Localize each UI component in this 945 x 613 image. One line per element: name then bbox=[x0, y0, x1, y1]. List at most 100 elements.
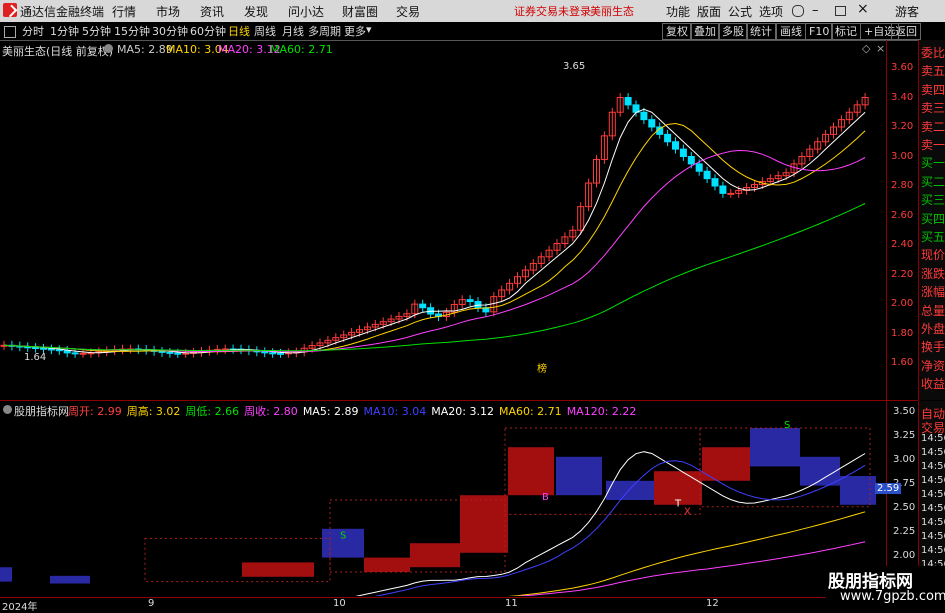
back-button[interactable]: 返回 bbox=[891, 23, 921, 40]
layout-icon[interactable] bbox=[4, 26, 16, 38]
period-1min[interactable]: 1分钟 bbox=[50, 23, 79, 39]
candle-body bbox=[79, 352, 87, 355]
quote-field-label: 卖三 bbox=[921, 101, 945, 116]
weekly-box bbox=[0, 567, 12, 582]
watermark-box: 股朋指标网 www.7gpzb.com bbox=[826, 566, 945, 609]
quote-field-label: 收益 bbox=[921, 377, 945, 392]
y-tick-label: 2.50 bbox=[893, 502, 916, 513]
candle-body bbox=[727, 192, 735, 195]
current-price-tag: 2.59 bbox=[875, 483, 902, 494]
main-kline-chart[interactable]: 3.65 1.64 榜 bbox=[0, 56, 886, 399]
menu-item-discover[interactable]: 发现 bbox=[244, 3, 268, 20]
menu-bar: 通达信金融终端 行情 市场 资讯 发现 问小达 财富圈 交易 证券交易未登录 美… bbox=[0, 0, 945, 23]
period-daily[interactable]: 日线 bbox=[228, 23, 250, 39]
quote-field-label: 换手 bbox=[921, 340, 945, 355]
period-15min[interactable]: 15分钟 bbox=[114, 23, 150, 39]
trade-field-label: 14:56 bbox=[921, 433, 945, 444]
menu-item-wealth[interactable]: 财富圈 bbox=[342, 3, 378, 20]
sell-signal-label: S bbox=[340, 530, 346, 541]
weekly-box bbox=[556, 456, 602, 496]
f10-button[interactable]: F10 bbox=[805, 23, 834, 40]
y-tick-label: 3.00 bbox=[891, 150, 914, 162]
quote-field-label: 现价 bbox=[921, 248, 945, 263]
y-tick-label: 3.20 bbox=[891, 121, 914, 132]
mark-button[interactable]: 标记 bbox=[831, 23, 861, 40]
quote-field-label: 买二 bbox=[921, 174, 945, 189]
menu-item-formula[interactable]: 公式 bbox=[728, 3, 752, 20]
candle-body bbox=[166, 351, 174, 354]
minimize-icon[interactable]: – bbox=[812, 3, 819, 18]
x-tick-label: 12 bbox=[706, 598, 719, 609]
y-tick-label: 2.00 bbox=[893, 550, 916, 561]
candle-body bbox=[648, 119, 656, 128]
weekly-box bbox=[364, 557, 410, 572]
period-intraday[interactable]: 分时 bbox=[22, 23, 44, 39]
trade-field-label: 14:56 bbox=[921, 531, 945, 542]
maximize-icon[interactable] bbox=[835, 6, 846, 16]
period-5min[interactable]: 5分钟 bbox=[82, 23, 111, 39]
candle-body bbox=[40, 347, 47, 350]
y-tick-label: 3.40 bbox=[891, 91, 914, 103]
weekly-box bbox=[50, 575, 90, 584]
menu-item-news[interactable]: 资讯 bbox=[200, 3, 224, 20]
trade-field-label: 14:56 bbox=[921, 545, 945, 556]
collapse-icon[interactable]: ◇ bbox=[862, 42, 870, 55]
y-tick-label: 2.00 bbox=[891, 298, 914, 309]
candle-body bbox=[695, 163, 703, 172]
settings-dot-icon[interactable] bbox=[104, 44, 113, 53]
candle-body bbox=[672, 141, 679, 150]
ind-ma10-line bbox=[374, 460, 866, 596]
period-monthly[interactable]: 月线 bbox=[282, 23, 304, 39]
menu-item-layout[interactable]: 版面 bbox=[697, 3, 721, 20]
candle-body bbox=[711, 178, 719, 187]
period-30min[interactable]: 30分钟 bbox=[152, 23, 188, 39]
chevron-down-icon[interactable]: ▾ bbox=[366, 23, 372, 36]
quote-field-label: 净资 bbox=[921, 358, 945, 373]
adjust-button[interactable]: 复权 bbox=[662, 23, 692, 40]
weekly-box bbox=[460, 495, 508, 553]
y-tick-label: 1.60 bbox=[891, 357, 914, 368]
weekly-box bbox=[508, 447, 554, 496]
panel-close-icon[interactable]: × bbox=[876, 42, 885, 55]
candle-body bbox=[47, 348, 55, 351]
candle-body bbox=[55, 349, 63, 352]
menu-item-options[interactable]: 选项 bbox=[759, 3, 783, 20]
close-icon[interactable]: × bbox=[857, 1, 869, 17]
candle-body bbox=[182, 352, 190, 355]
draw-button[interactable]: 画线 bbox=[776, 23, 806, 40]
overlay-button[interactable]: 叠加 bbox=[690, 23, 720, 40]
menu-item-function[interactable]: 功能 bbox=[666, 3, 690, 20]
period-weekly[interactable]: 周线 bbox=[254, 23, 276, 39]
main-ma5-label: MA5: 2.89 bbox=[117, 43, 173, 56]
period-multi[interactable]: 多周期 bbox=[308, 23, 341, 39]
candle-body bbox=[277, 352, 284, 355]
quote-field-label: 涨幅 bbox=[921, 285, 945, 300]
y-tick-label: 3.25 bbox=[893, 430, 916, 441]
x-axis: 2024年 9 10 11 12 bbox=[0, 597, 918, 613]
trade-field-label: 14:56 bbox=[921, 461, 945, 472]
multi-stock-button[interactable]: 多股 bbox=[718, 23, 748, 40]
indicator-chart[interactable]: S S B TX bbox=[0, 416, 886, 596]
menu-item-ask[interactable]: 问小达 bbox=[288, 3, 324, 20]
login-warning[interactable]: 证券交易未登录 bbox=[514, 3, 591, 19]
y-tick-label: 2.80 bbox=[891, 180, 914, 191]
weekly-box bbox=[410, 543, 460, 568]
quote-side-panel: 委比 卖五 卖四 卖三 卖二 卖一 买一 买二 买三 买四 买五 现价 涨跌 涨幅 总量 外盘 换手 净资 收益 bbox=[918, 40, 945, 400]
period-60min[interactable]: 60分钟 bbox=[190, 23, 226, 39]
weekly-box bbox=[840, 476, 876, 505]
menu-item-market[interactable]: 市场 bbox=[156, 3, 180, 20]
menu-item-quotes[interactable]: 行情 bbox=[112, 3, 136, 20]
menu-item-trade[interactable]: 交易 bbox=[396, 3, 420, 20]
user-icon[interactable] bbox=[792, 5, 804, 17]
quote-field-label: 买五 bbox=[921, 230, 945, 244]
quote-field-label: 委比 bbox=[921, 46, 945, 60]
indicator-dot-icon[interactable] bbox=[3, 405, 12, 414]
y-tick-label: 2.25 bbox=[893, 526, 916, 537]
period-more[interactable]: 更多 bbox=[344, 23, 366, 39]
trade-field-label: 14:56 bbox=[921, 489, 945, 500]
candle-body bbox=[640, 111, 648, 121]
trade-field-label: 14:56 bbox=[921, 475, 945, 486]
stats-button[interactable]: 统计 bbox=[746, 23, 776, 40]
ma60-line bbox=[3, 203, 866, 352]
guest-label[interactable]: 游客 bbox=[895, 3, 919, 20]
